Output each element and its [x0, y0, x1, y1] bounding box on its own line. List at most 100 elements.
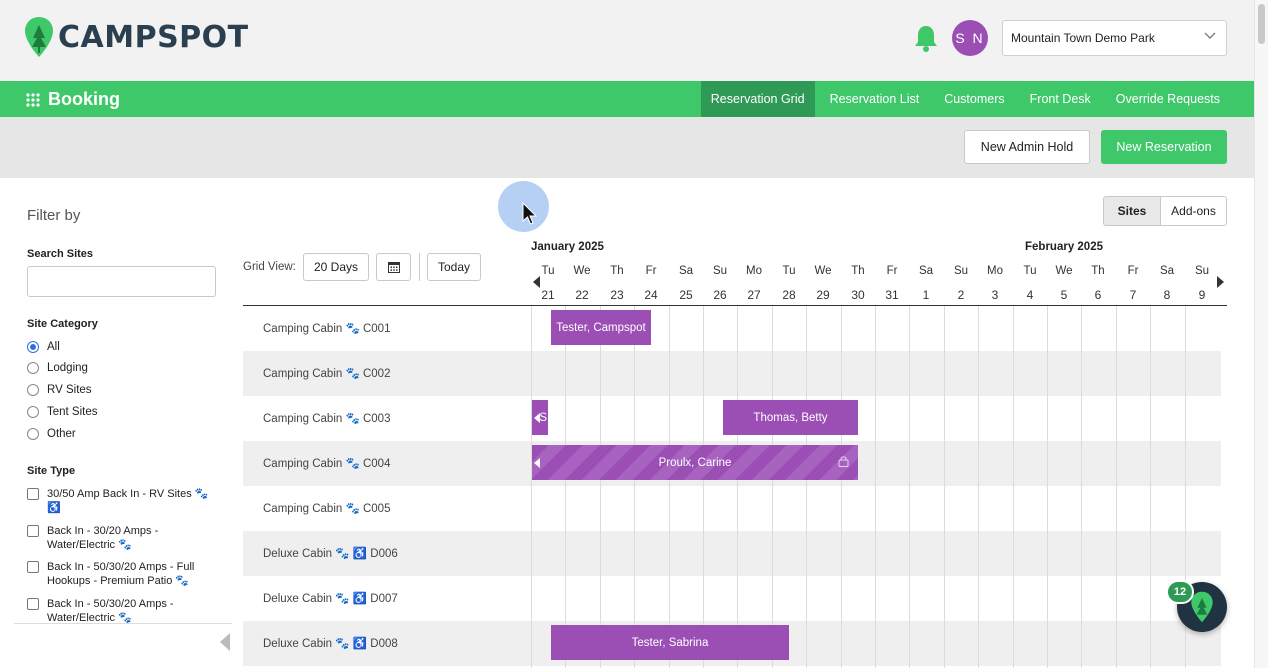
site-name[interactable]: Camping Cabin 🐾 C004 — [263, 456, 390, 470]
site-name[interactable]: Camping Cabin 🐾 C002 — [263, 366, 390, 380]
day-of-week: Sa — [678, 265, 694, 277]
site-category-label: Site Category — [27, 318, 98, 330]
park-select[interactable]: Mountain Town Demo Park — [1002, 20, 1227, 56]
new-admin-hold-button[interactable]: New Admin Hold — [964, 130, 1090, 164]
reservation-block[interactable]: Tester, Campspot — [551, 310, 651, 345]
site-type-option[interactable]: 30/50 Amp Back In - RV Sites 🐾 ♿ — [27, 487, 217, 515]
today-button[interactable]: Today — [427, 253, 481, 281]
checkbox[interactable] — [27, 488, 39, 500]
module-menu[interactable]: Booking — [26, 89, 120, 110]
site-name[interactable]: Camping Cabin 🐾 C003 — [263, 411, 390, 425]
nav-reservation-list[interactable]: Reservation List — [820, 81, 930, 117]
radio[interactable] — [27, 406, 39, 418]
month-label-january: January 2025 — [531, 241, 604, 253]
nav-override-requests[interactable]: Override Requests — [1106, 81, 1230, 117]
calendar-button[interactable] — [376, 253, 411, 281]
grid-column-line — [772, 306, 773, 668]
continues-left-icon — [534, 413, 540, 423]
site-name[interactable]: Camping Cabin 🐾 C005 — [263, 501, 390, 515]
campspot-logo[interactable]: CAMPSPOT — [24, 16, 249, 58]
new-reservation-button[interactable]: New Reservation — [1101, 130, 1227, 164]
radio[interactable] — [27, 428, 39, 440]
site-name[interactable]: Deluxe Cabin 🐾 ♿ D007 — [263, 591, 398, 605]
search-sites-input[interactable] — [27, 266, 216, 297]
category-option-rv-sites[interactable]: RV Sites — [27, 384, 92, 396]
mouse-pointer-icon — [522, 202, 538, 225]
guest-name: Tester, Campspot — [556, 321, 646, 334]
category-option-lodging[interactable]: Lodging — [27, 362, 88, 374]
prev-dates-icon[interactable] — [533, 276, 540, 288]
day-of-week: We — [573, 265, 591, 277]
site-type-option[interactable]: Back In - 50/30/20 Amps - Water/Electric… — [27, 597, 217, 624]
day-number: 3 — [991, 288, 999, 302]
category-label: Other — [47, 428, 76, 440]
guest-name: Tester, Sabrina — [631, 636, 709, 649]
reservation-block[interactable]: Thomas, Betty — [723, 400, 858, 435]
toggle-sites[interactable]: Sites — [1103, 196, 1161, 226]
site-name[interactable]: Deluxe Cabin 🐾 ♿ D008 — [263, 636, 398, 650]
reservation-block-locked[interactable]: Proulx, Carine — [532, 445, 858, 480]
grid-days-button[interactable]: 20 Days — [303, 253, 369, 281]
control-divider — [419, 253, 420, 281]
reservation-block[interactable]: Tester, Sabrina — [551, 625, 789, 660]
nav-front-desk[interactable]: Front Desk — [1020, 81, 1101, 117]
continues-left-icon — [534, 458, 540, 468]
day-number: 4 — [1026, 288, 1034, 302]
grid-column-line — [978, 306, 979, 668]
app-grid-icon — [26, 92, 40, 107]
next-dates-icon[interactable] — [1217, 276, 1224, 288]
category-option-tent-sites[interactable]: Tent Sites — [27, 406, 98, 418]
site-type-text: 30/50 Amp Back In - RV Sites 🐾 ♿ — [47, 488, 209, 514]
user-avatar[interactable]: S N — [952, 20, 988, 56]
reservation-block[interactable]: S — [532, 400, 548, 435]
day-number: 25 — [679, 288, 693, 302]
site-type-text: Back In - 50/30/20 Amps - Water/Electric… — [47, 598, 174, 624]
scroll-thumb[interactable] — [1258, 4, 1265, 44]
grid-view-label: Grid View: — [243, 261, 296, 273]
day-of-week: Su — [1194, 265, 1210, 277]
checkbox[interactable] — [27, 525, 39, 537]
site-type-option[interactable]: Back In - 30/20 Amps - Water/Electric 🐾 — [27, 524, 217, 552]
day-of-week: Mo — [987, 265, 1003, 277]
checkbox[interactable] — [27, 598, 39, 610]
guest-name: Thomas, Betty — [753, 411, 828, 424]
grid-column-line — [841, 306, 842, 668]
grid-column-line — [565, 306, 566, 668]
grid-column-line — [1047, 306, 1048, 668]
collapse-sidebar-icon[interactable] — [220, 633, 230, 651]
grid-column-line — [944, 306, 945, 668]
site-type-text: Back In - 50/30/20 Amps - Full Hookups -… — [47, 561, 195, 587]
nav-customers[interactable]: Customers — [934, 81, 1014, 117]
radio[interactable] — [27, 362, 39, 374]
toggle-add-ons[interactable]: Add-ons — [1161, 196, 1227, 226]
site-name[interactable]: Deluxe Cabin 🐾 ♿ D006 — [263, 546, 398, 560]
day-of-week: Sa — [918, 265, 934, 277]
day-of-week: Th — [1091, 265, 1105, 277]
grid-column-line — [909, 306, 910, 668]
category-label: Lodging — [47, 362, 88, 374]
day-number: 27 — [747, 288, 761, 302]
category-option-all[interactable]: All — [27, 341, 60, 353]
day-of-week: Th — [851, 265, 865, 277]
checkbox[interactable] — [27, 561, 39, 573]
day-of-week: Su — [953, 265, 969, 277]
day-of-week: Su — [712, 265, 728, 277]
top-header: CAMPSPOT S N Mountain Town Demo Park — [0, 0, 1254, 81]
grid-column-line — [1116, 306, 1117, 668]
category-label: RV Sites — [47, 384, 92, 396]
day-number: 26 — [713, 288, 727, 302]
day-number: 28 — [782, 288, 796, 302]
site-row: Deluxe Cabin 🐾 ♿ D007 — [243, 576, 1221, 621]
site-row: Camping Cabin 🐾 C001 — [243, 306, 1221, 351]
page-scrollbar[interactable] — [1254, 0, 1268, 668]
grid-column-line — [531, 306, 532, 668]
nav-reservation-grid[interactable]: Reservation Grid — [700, 81, 815, 117]
notification-bell-icon[interactable] — [913, 24, 939, 52]
radio-selected[interactable] — [27, 341, 39, 353]
grid-column-line — [600, 306, 601, 668]
site-type-option[interactable]: Back In - 50/30/20 Amps - Full Hookups -… — [27, 560, 217, 588]
day-of-week: Fr — [645, 265, 657, 277]
radio[interactable] — [27, 384, 39, 396]
category-option-other[interactable]: Other — [27, 428, 76, 440]
site-name[interactable]: Camping Cabin 🐾 C001 — [263, 321, 390, 335]
